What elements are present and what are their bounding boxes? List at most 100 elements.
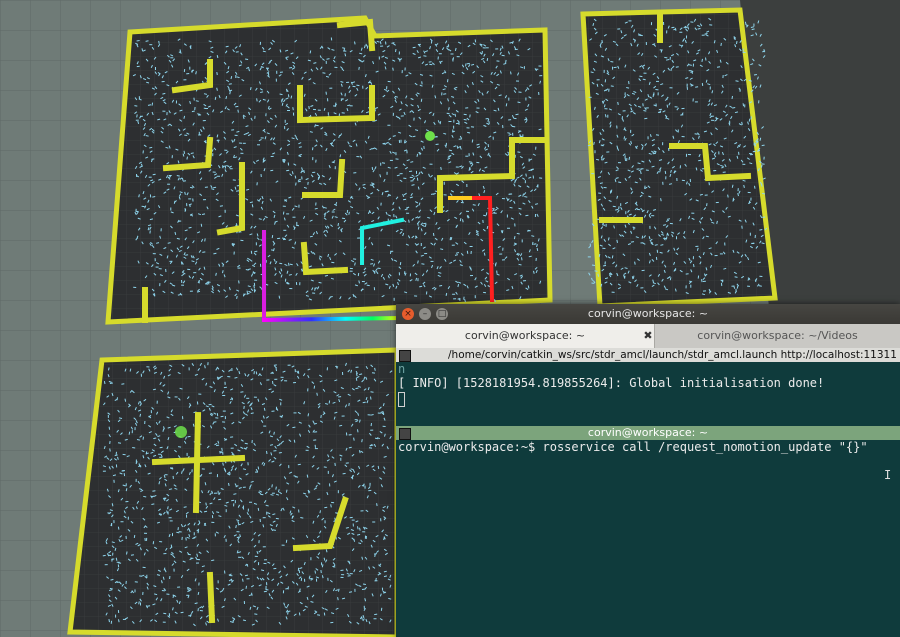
particle [628,156,631,160]
particle [720,42,722,46]
particle [505,59,507,63]
particle [132,447,136,449]
particle [216,511,220,513]
particle [357,526,359,530]
particle [505,103,508,107]
particle [510,71,512,75]
particle [669,277,672,281]
particle [610,189,613,193]
particle [416,153,419,157]
particle [623,136,626,140]
terminal-window[interactable]: × – □ corvin@workspace: ~ corvin@workspa… [396,304,900,637]
particle [256,98,258,102]
particle [103,380,106,385]
particle [727,194,729,198]
particle [287,611,289,615]
particle [483,252,486,256]
particle [654,244,658,246]
particle [448,107,450,111]
terminator-pane-header[interactable]: /home/corvin/catkin_ws/src/stdr_amcl/lau… [396,348,900,362]
particle [323,207,327,209]
terminal-pane-top[interactable]: n [ INFO] [1528181954.819855264]: Global… [396,362,900,424]
particle [235,105,239,108]
text-cursor-icon: I [884,468,892,482]
particle [273,431,275,435]
particle [345,527,349,529]
particle [528,255,532,258]
particle [602,224,606,226]
particle [292,107,294,111]
tab-workspace-home[interactable]: corvin@workspace: ~ ✖ [396,324,655,348]
particle [285,539,288,543]
particle [141,48,144,52]
particle [374,437,379,440]
particle [362,401,366,404]
particle [228,482,230,487]
particle [591,264,595,266]
particle [596,83,599,87]
particle [751,28,755,31]
particle [204,365,206,369]
particle [603,104,606,108]
particle [321,575,324,579]
particle [213,252,217,255]
particle [429,63,433,66]
particle [343,48,345,52]
grid-icon[interactable] [399,350,411,362]
particle [291,515,294,519]
particle [225,95,228,100]
particle [323,612,326,616]
particle [162,92,166,95]
particle [513,236,516,240]
particle [255,371,258,375]
particle [536,247,539,252]
terminal-titlebar[interactable]: × – □ corvin@workspace: ~ [396,304,900,324]
particle [123,473,126,477]
particle [430,193,434,195]
particle [524,196,528,198]
particle [314,287,318,289]
particle [197,591,200,596]
tab-label: corvin@workspace: ~ [464,329,586,342]
particle [392,67,394,71]
particle [443,93,447,95]
particle [533,270,535,274]
tab-workspace-videos[interactable]: corvin@workspace: ~/Videos [655,324,900,348]
particle [412,135,416,138]
particle [203,93,208,95]
particle [326,58,330,60]
particle [216,54,219,59]
particle [594,270,598,272]
particle [244,574,249,577]
particle [348,591,353,593]
particle [705,235,709,238]
particle [195,100,199,102]
particle [197,530,200,534]
particle [403,198,407,201]
particle [272,529,276,531]
particle [279,262,283,265]
particle [509,41,513,44]
particle [176,237,180,240]
particle [420,98,423,102]
tab-close-icon[interactable]: ✖ [641,329,655,343]
particle [147,605,151,607]
particle [220,415,224,418]
particle [136,114,138,118]
particle [516,232,520,235]
particle [522,193,524,197]
particle [533,243,537,245]
particle [664,170,667,174]
terminator-pane-header-active[interactable]: corvin@workspace: ~ [396,426,900,440]
particle [412,46,416,49]
terminal-pane-bottom[interactable]: corvin@workspace:~$ rosservice call /req… [396,440,900,637]
particle [517,151,521,153]
particle [736,285,739,289]
particle [108,589,113,591]
particle [507,132,511,134]
particle [183,115,186,119]
particle [108,367,110,371]
particle [644,185,646,189]
particle [254,250,258,253]
particle [660,49,663,53]
